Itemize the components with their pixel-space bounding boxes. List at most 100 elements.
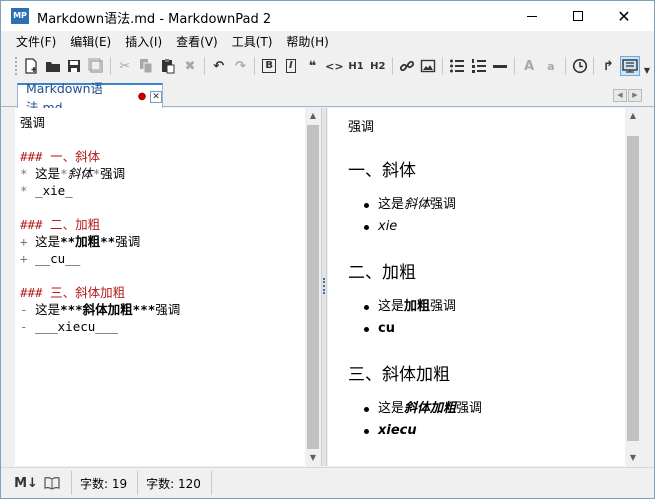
minimize-icon xyxy=(527,15,537,17)
preview-heading: 三、斜体加粗 xyxy=(348,365,450,385)
menu-insert[interactable]: 插入(I) xyxy=(118,32,169,52)
bullet-list-button[interactable] xyxy=(447,56,467,76)
timestamp-button[interactable] xyxy=(570,56,590,76)
editor-line[interactable]: + __cu__ xyxy=(20,250,305,267)
editor-line[interactable]: ### 二、加粗 xyxy=(20,216,305,233)
title-bar[interactable]: MP Markdown语法.md - MarkdownPad 2 ✕ xyxy=(1,1,654,31)
toolbar-overflow-button[interactable]: ▼ xyxy=(642,60,652,80)
horizontal-rule-icon xyxy=(493,65,508,68)
close-button[interactable]: ✕ xyxy=(601,1,647,31)
scissors-icon: ✂ xyxy=(119,58,131,74)
h2-button[interactable]: H2 xyxy=(368,56,388,76)
save-button[interactable] xyxy=(64,56,84,76)
list-item-text: 加粗 xyxy=(404,299,431,314)
editor-text: 加粗 xyxy=(75,234,101,249)
editor-line[interactable] xyxy=(20,267,305,284)
menu-tools[interactable]: 工具(T) xyxy=(225,32,280,52)
undo-button[interactable]: ↶ xyxy=(209,56,229,76)
menu-file[interactable]: 文件(F) xyxy=(9,32,63,52)
sync-scroll-button[interactable]: ↱ xyxy=(598,56,618,76)
image-icon xyxy=(421,59,436,73)
editor-line[interactable]: ### 一、斜体 xyxy=(20,148,305,165)
scroll-up-icon[interactable]: ▲ xyxy=(625,108,641,124)
link-button[interactable] xyxy=(397,56,417,76)
toolbar-separator xyxy=(391,57,393,75)
editor-line[interactable]: + 这是**加粗**强调 xyxy=(20,233,305,250)
editor-line[interactable]: ### 三、斜体加粗 xyxy=(20,284,305,301)
editor-scrollbar[interactable]: ▲ ▼ xyxy=(305,108,321,466)
html-preview: 强调 一、斜体 这是斜体强调 xie 二、加粗 这是加粗强调 cu 三、斜体加粗 这是斜体加粗强… xyxy=(328,108,625,466)
preview-scrollbar[interactable]: ▲ ▼ xyxy=(625,108,641,466)
app-icon[interactable]: MP xyxy=(11,8,29,24)
editor-line[interactable]: * 这是*斜体*强调 xyxy=(20,165,305,182)
tab-markdown-file[interactable]: Markdown语法.md ● ✕ xyxy=(17,81,163,115)
scroll-up-icon[interactable]: ▲ xyxy=(305,108,321,124)
save-all-button[interactable] xyxy=(86,56,106,76)
redo-icon: ↷ xyxy=(234,58,246,74)
markdown-editor[interactable]: 强调 ### 一、斜体 * 这是*斜体*强调 * _xie_ ### 二、加粗 + 这是*… xyxy=(15,108,305,466)
open-file-button[interactable] xyxy=(43,56,63,76)
live-preview-button[interactable] xyxy=(620,56,640,76)
undo-icon: ↶ xyxy=(213,58,225,74)
list-item-text: xie xyxy=(378,219,398,234)
editor-line[interactable]: 强调 xyxy=(20,114,305,131)
editor-line[interactable] xyxy=(20,199,305,216)
menu-bar: 文件(F) 编辑(E) 插入(I) 查看(V) 工具(T) 帮助(H) xyxy=(1,32,654,52)
editor-line[interactable]: * _xie_ xyxy=(20,182,305,199)
clock-icon xyxy=(572,58,587,74)
menu-edit[interactable]: 编辑(E) xyxy=(63,32,118,52)
italic-button[interactable]: I xyxy=(281,56,301,76)
menu-view[interactable]: 查看(V) xyxy=(169,32,225,52)
book-icon[interactable] xyxy=(43,474,61,492)
minimize-button[interactable] xyxy=(509,1,555,31)
tab-scroll-left-icon[interactable]: ◀ xyxy=(613,89,627,102)
preview-scroll-thumb[interactable] xyxy=(627,136,639,441)
status-separator xyxy=(210,471,212,495)
toolbar-grip[interactable] xyxy=(15,57,19,75)
tab-scroll-right-icon[interactable]: ▶ xyxy=(628,89,642,102)
editor-text: ### 一、斜体 xyxy=(20,149,101,164)
editor-text: 这是 xyxy=(35,234,61,249)
menu-help[interactable]: 帮助(H) xyxy=(279,32,335,52)
list-item-text: 强调 xyxy=(430,299,457,314)
code-button[interactable]: <> xyxy=(324,56,344,76)
scroll-down-icon[interactable]: ▼ xyxy=(625,450,641,466)
list-item-text: xiecu xyxy=(378,423,417,438)
scroll-down-icon[interactable]: ▼ xyxy=(305,450,321,466)
window-title: Markdown语法.md - MarkdownPad 2 xyxy=(37,12,272,27)
editor-scroll-thumb[interactable] xyxy=(307,125,319,449)
toolbar-separator xyxy=(442,57,444,75)
cut-button[interactable]: ✂ xyxy=(115,56,135,76)
character-count: 字数: 120 xyxy=(146,476,201,491)
h1-button[interactable]: H1 xyxy=(346,56,366,76)
status-separator xyxy=(71,471,72,495)
editor-line[interactable] xyxy=(20,131,305,148)
pane-splitter[interactable] xyxy=(321,108,327,466)
font-smaller-button[interactable]: a xyxy=(541,56,561,76)
markdown-icon[interactable]: M↓ xyxy=(14,474,38,492)
horizontal-rule-button[interactable] xyxy=(491,56,511,76)
numbered-list-button[interactable] xyxy=(469,56,489,76)
list-item-text: 斜体 xyxy=(404,197,431,212)
modified-indicator-icon: ● xyxy=(137,91,147,102)
paste-button[interactable] xyxy=(158,56,178,76)
copy-button[interactable] xyxy=(137,56,157,76)
maximize-button[interactable] xyxy=(555,1,601,31)
editor-line[interactable]: - 这是***斜体加粗***强调 xyxy=(20,301,305,318)
image-button[interactable] xyxy=(418,56,438,76)
font-larger-button[interactable]: A xyxy=(519,56,539,76)
bold-button[interactable]: B xyxy=(259,56,279,76)
tab-close-icon[interactable]: ✕ xyxy=(150,90,162,103)
editor-text: - xyxy=(20,319,36,334)
redo-button[interactable]: ↷ xyxy=(231,56,251,76)
font-larger-icon: A xyxy=(524,58,535,74)
new-file-button[interactable] xyxy=(21,56,41,76)
editor-line[interactable]: - ___xiecu___ xyxy=(20,318,305,335)
quote-button[interactable]: ❝ xyxy=(303,56,323,76)
delete-button[interactable]: ✖ xyxy=(180,56,200,76)
editor-text: 这是 xyxy=(35,302,61,317)
preview-list: 这是加粗强调 cu xyxy=(362,296,625,340)
preview-list: 这是斜体加粗强调 xiecu xyxy=(362,398,625,442)
list-item-text: cu xyxy=(378,321,395,336)
editor-text: 这是 xyxy=(35,166,61,181)
